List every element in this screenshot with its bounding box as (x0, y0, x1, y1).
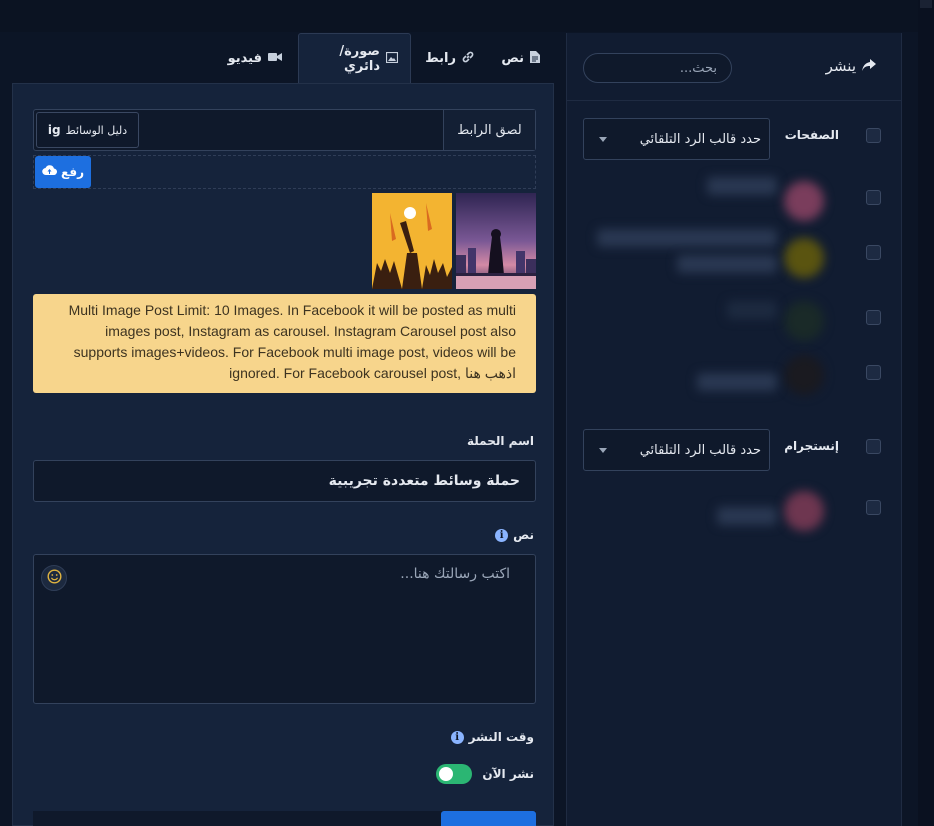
uploaded-image-thumbnail[interactable] (372, 193, 452, 289)
concert-illustration-image (372, 193, 452, 289)
media-url-input[interactable] (140, 110, 444, 150)
message-textarea[interactable]: اكتب رسالتك هنا... (33, 554, 536, 704)
upload-button[interactable]: رفع (35, 156, 91, 188)
avatar (784, 301, 824, 341)
tab-link-label: رابط (425, 50, 456, 66)
instagram-group-label: إنستجرام (784, 439, 839, 453)
share-icon (862, 57, 876, 75)
publish-now-label: نشر الآن (482, 767, 534, 781)
paste-url-addon: لصق الرابط (443, 110, 535, 150)
blurred-account-name (597, 229, 777, 247)
publish-panel-header: ينشر (567, 33, 901, 101)
pages-group-checkbox[interactable] (866, 128, 881, 143)
campaign-name-label: اسم الحملة (467, 434, 534, 448)
page-account-checkbox[interactable] (866, 245, 881, 260)
file-icon (530, 50, 540, 66)
video-icon (268, 51, 282, 65)
publish-time-label: وقت النشر i (450, 730, 534, 744)
emoji-picker-button[interactable] (41, 565, 67, 591)
info-icon[interactable]: i (495, 528, 509, 542)
pages-autoreply-select-value: حدد قالب الرد التلقائي (639, 131, 761, 147)
page-account-checkbox[interactable] (866, 365, 881, 380)
chevron-down-icon (599, 448, 607, 453)
pages-autoreply-select[interactable]: حدد قالب الرد التلقائي (583, 118, 770, 160)
chevron-down-icon (599, 137, 607, 142)
tab-text-label: نص (501, 50, 524, 66)
blurred-account-name (717, 507, 777, 525)
upload-label: رفع (61, 165, 84, 179)
top-bar (0, 0, 934, 32)
avatar (784, 181, 824, 221)
message-label-text: نص (513, 528, 534, 542)
tab-image-carousel-label: صورة/دائري (339, 43, 380, 74)
page-scrollbar[interactable] (918, 0, 934, 826)
publish-now-toggle[interactable] (436, 764, 473, 784)
campaign-name-label-text: اسم الحملة (467, 434, 534, 448)
tab-video-label: فيديو (227, 50, 262, 66)
page-account-checkbox[interactable] (866, 310, 881, 325)
publish-time-label-text: وقت النشر (468, 730, 534, 744)
post-type-tabs: نص رابط صورة/دائري فيديو (12, 33, 554, 83)
post-composer: نص رابط صورة/دائري فيديو لصق الرابط دليل… (0, 33, 565, 826)
city-skyline-image (456, 193, 536, 289)
tab-image-carousel[interactable]: صورة/دائري (298, 33, 411, 83)
instagram-group-checkbox[interactable] (866, 439, 881, 454)
blurred-account-name (697, 373, 777, 391)
uploaded-image-thumbnail[interactable] (456, 193, 536, 289)
message-placeholder: اكتب رسالتك هنا... (400, 566, 510, 582)
tab-text[interactable]: نص (489, 33, 552, 83)
link-icon (462, 51, 474, 66)
scrollbar-thumb[interactable] (920, 0, 932, 8)
publish-title: ينشر (826, 57, 876, 75)
instagram-autoreply-select[interactable]: حدد قالب الرد التلقائي (583, 429, 770, 471)
image-carousel-form: لصق الرابط دليل الوسائط ig رفع Multi Ima… (12, 83, 554, 826)
submit-button[interactable] (441, 811, 536, 826)
smiley-icon (46, 568, 62, 588)
pages-group-label: الصفحات (784, 128, 839, 142)
media-url-group: لصق الرابط دليل الوسائط ig (33, 109, 536, 151)
search-input[interactable] (583, 53, 732, 83)
multi-image-limit-alert: Multi Image Post Limit: 10 Images. In Fa… (33, 294, 536, 393)
publish-title-text: ينشر (825, 57, 856, 75)
avatar (784, 355, 824, 395)
publish-now-row: نشر الآن (436, 764, 534, 784)
avatar (784, 491, 824, 531)
instagram-account-checkbox[interactable] (866, 500, 881, 515)
message-label: نص i (495, 528, 534, 542)
upload-dropzone[interactable]: رفع (33, 155, 536, 189)
blurred-account-name (727, 301, 777, 319)
image-icon (385, 51, 399, 66)
blurred-account-name (707, 177, 777, 195)
media-guide-label: دليل الوسائط (65, 123, 128, 137)
instagram-autoreply-select-value: حدد قالب الرد التلقائي (639, 442, 761, 458)
publish-panel: ينشر الصفحات حدد قالب الرد التلقائي إنست… (566, 33, 902, 826)
instagram-badge: ig (47, 123, 61, 137)
blurred-account-name (677, 255, 777, 273)
campaign-name-input[interactable]: حملة وسائط متعددة تجريبية (33, 460, 536, 502)
media-guide-button[interactable]: دليل الوسائط ig (36, 112, 139, 148)
tab-link[interactable]: رابط (413, 33, 486, 83)
info-icon[interactable]: i (450, 730, 464, 744)
cloud-upload-icon (42, 165, 58, 179)
page-account-checkbox[interactable] (866, 190, 881, 205)
tab-video[interactable]: فيديو (216, 33, 294, 83)
avatar (784, 238, 824, 278)
